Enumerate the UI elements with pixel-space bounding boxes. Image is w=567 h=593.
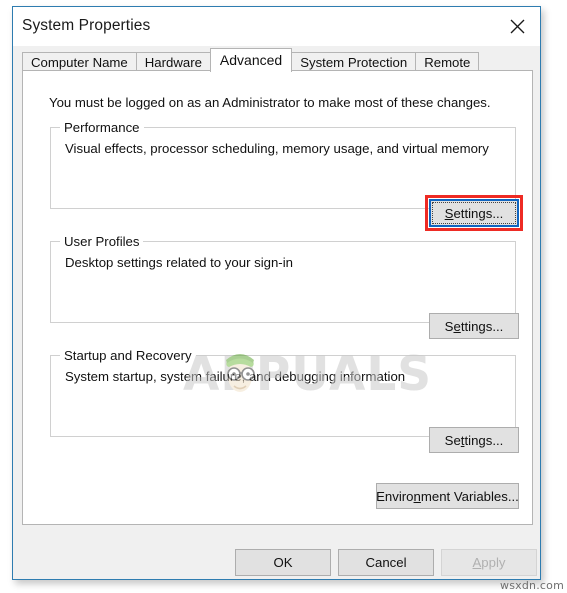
apply-button-label: A (472, 555, 482, 570)
dialog-footer: OK Cancel Apply (13, 525, 540, 581)
apply-button: Apply (441, 549, 537, 576)
user-profiles-group-title: User Profiles (60, 234, 144, 249)
title-bar: System Properties (13, 7, 540, 46)
tab-advanced[interactable]: Advanced (209, 48, 293, 72)
tab-computer-name[interactable]: Computer Name (22, 52, 137, 72)
tab-remote[interactable]: Remote (415, 52, 480, 72)
tab-strip: Computer Name Hardware Advanced System P… (13, 46, 540, 72)
system-properties-dialog: System Properties Computer Name Hardware… (12, 6, 541, 580)
performance-group-description: Visual effects, processor scheduling, me… (65, 141, 489, 156)
startup-recovery-group-description: System startup, system failure, and debu… (65, 369, 406, 384)
startup-recovery-settings-button-label: Settings... (444, 432, 504, 448)
environment-variables-button-label: Environment Variables... (376, 488, 519, 504)
environment-variables-button[interactable]: Environment Variables... (376, 483, 519, 509)
ok-button[interactable]: OK (235, 549, 331, 576)
user-profiles-group-description: Desktop settings related to your sign-in (65, 255, 293, 270)
startup-recovery-group-title: Startup and Recovery (60, 348, 196, 363)
performance-settings-button-label: Settings... (444, 205, 504, 221)
user-profiles-settings-button-label: Settings... (444, 318, 504, 334)
tab-system-protection[interactable]: System Protection (291, 52, 417, 72)
startup-recovery-group: Startup and Recovery System startup, sys… (50, 348, 516, 437)
user-profiles-group: User Profiles Desktop settings related t… (50, 234, 516, 323)
user-profiles-settings-button[interactable]: Settings... (429, 313, 519, 339)
site-watermark: wsxdn.com (500, 579, 564, 592)
startup-recovery-settings-button[interactable]: Settings... (429, 427, 519, 453)
tab-hardware[interactable]: Hardware (135, 52, 211, 72)
administrator-note: You must be logged on as an Administrato… (49, 95, 491, 110)
advanced-tab-panel: You must be logged on as an Administrato… (22, 70, 533, 525)
cancel-button[interactable]: Cancel (338, 549, 434, 576)
window-title: System Properties (22, 17, 151, 34)
close-icon[interactable] (494, 7, 540, 45)
performance-group-title: Performance (60, 120, 144, 135)
performance-settings-button[interactable]: Settings... (429, 199, 519, 227)
